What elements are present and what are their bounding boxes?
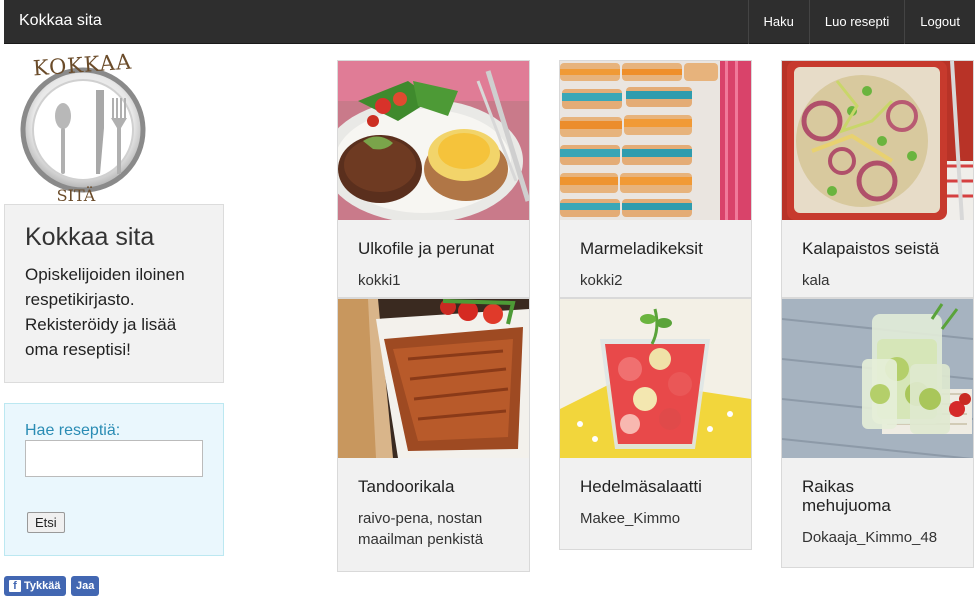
- facebook-share-label: Jaa: [76, 580, 95, 592]
- nav-search-link[interactable]: Haku: [747, 0, 809, 44]
- intro-panel: Kokkaa sita Opiskelijoiden iloinen respe…: [4, 204, 224, 383]
- fish-salad-photo: [782, 61, 973, 220]
- search-input[interactable]: [25, 440, 203, 477]
- recipe-card[interactable]: Raikas mehujuoma Dokaaja_Kimmo_48: [781, 298, 974, 568]
- recipe-author: kokki2: [580, 272, 623, 289]
- logo: KOKKAA SITÄ: [20, 50, 146, 204]
- recipe-author: raivo-pena, nostan maailman penkistä: [358, 510, 484, 548]
- logo-top-text: KOKKAA: [32, 50, 133, 81]
- recipe-title[interactable]: Ulkofile ja perunat: [358, 239, 509, 258]
- recipe-card[interactable]: Kalapaistos seistä kala: [781, 60, 974, 298]
- nav-links: Haku Luo resepti Logout: [747, 0, 975, 44]
- facebook-share-button[interactable]: Jaa: [71, 576, 100, 596]
- recipe-title[interactable]: Marmeladikeksit: [580, 239, 731, 258]
- nav-create-recipe-link[interactable]: Luo resepti: [808, 0, 904, 44]
- facebook-like-button[interactable]: f Tykkää: [4, 576, 66, 596]
- facebook-like-label: Tykkää: [24, 580, 61, 592]
- recipe-title[interactable]: Raikas mehujuoma: [802, 477, 922, 515]
- cookies-photo: [560, 61, 751, 220]
- recipe-title[interactable]: Kalapaistos seistä: [802, 239, 953, 258]
- recipe-author: kala: [802, 272, 830, 289]
- recipe-author: Makee_Kimmo: [580, 510, 681, 527]
- recipe-card[interactable]: Marmeladikeksit kokki2: [559, 60, 752, 298]
- intro-heading: Kokkaa sita: [25, 223, 155, 251]
- drink-photo: [782, 299, 973, 458]
- recipe-author: Dokaaja_Kimmo_48: [802, 529, 938, 546]
- tandoori-fish-photo: [338, 299, 529, 458]
- search-label: Hae reseptiä:: [25, 422, 121, 439]
- navbar: Kokkaa sita Haku Luo resepti Logout: [4, 0, 975, 44]
- recipe-card[interactable]: Ulkofile ja perunat kokki1: [337, 60, 530, 298]
- search-button[interactable]: Etsi: [27, 512, 65, 533]
- nav-logout-link[interactable]: Logout: [904, 0, 975, 44]
- recipe-title[interactable]: Hedelmäsalaatti: [580, 477, 731, 496]
- steak-potato-photo: [338, 61, 529, 220]
- facebook-icon: f: [9, 580, 21, 592]
- recipe-author: kokki1: [358, 272, 401, 289]
- recipe-title[interactable]: Tandoorikala: [358, 477, 509, 496]
- brand-link[interactable]: Kokkaa sita: [19, 12, 102, 30]
- intro-text: Opiskelijoiden iloinen respetikirjasto. …: [25, 265, 185, 359]
- recipe-card[interactable]: Hedelmäsalaatti Makee_Kimmo: [559, 298, 752, 550]
- logo-bottom-text: SITÄ: [57, 185, 96, 204]
- recipe-card[interactable]: Tandoorikala raivo-pena, nostan maailman…: [337, 298, 530, 572]
- fruit-salad-photo: [560, 299, 751, 458]
- search-panel: Hae reseptiä: Etsi: [4, 403, 224, 556]
